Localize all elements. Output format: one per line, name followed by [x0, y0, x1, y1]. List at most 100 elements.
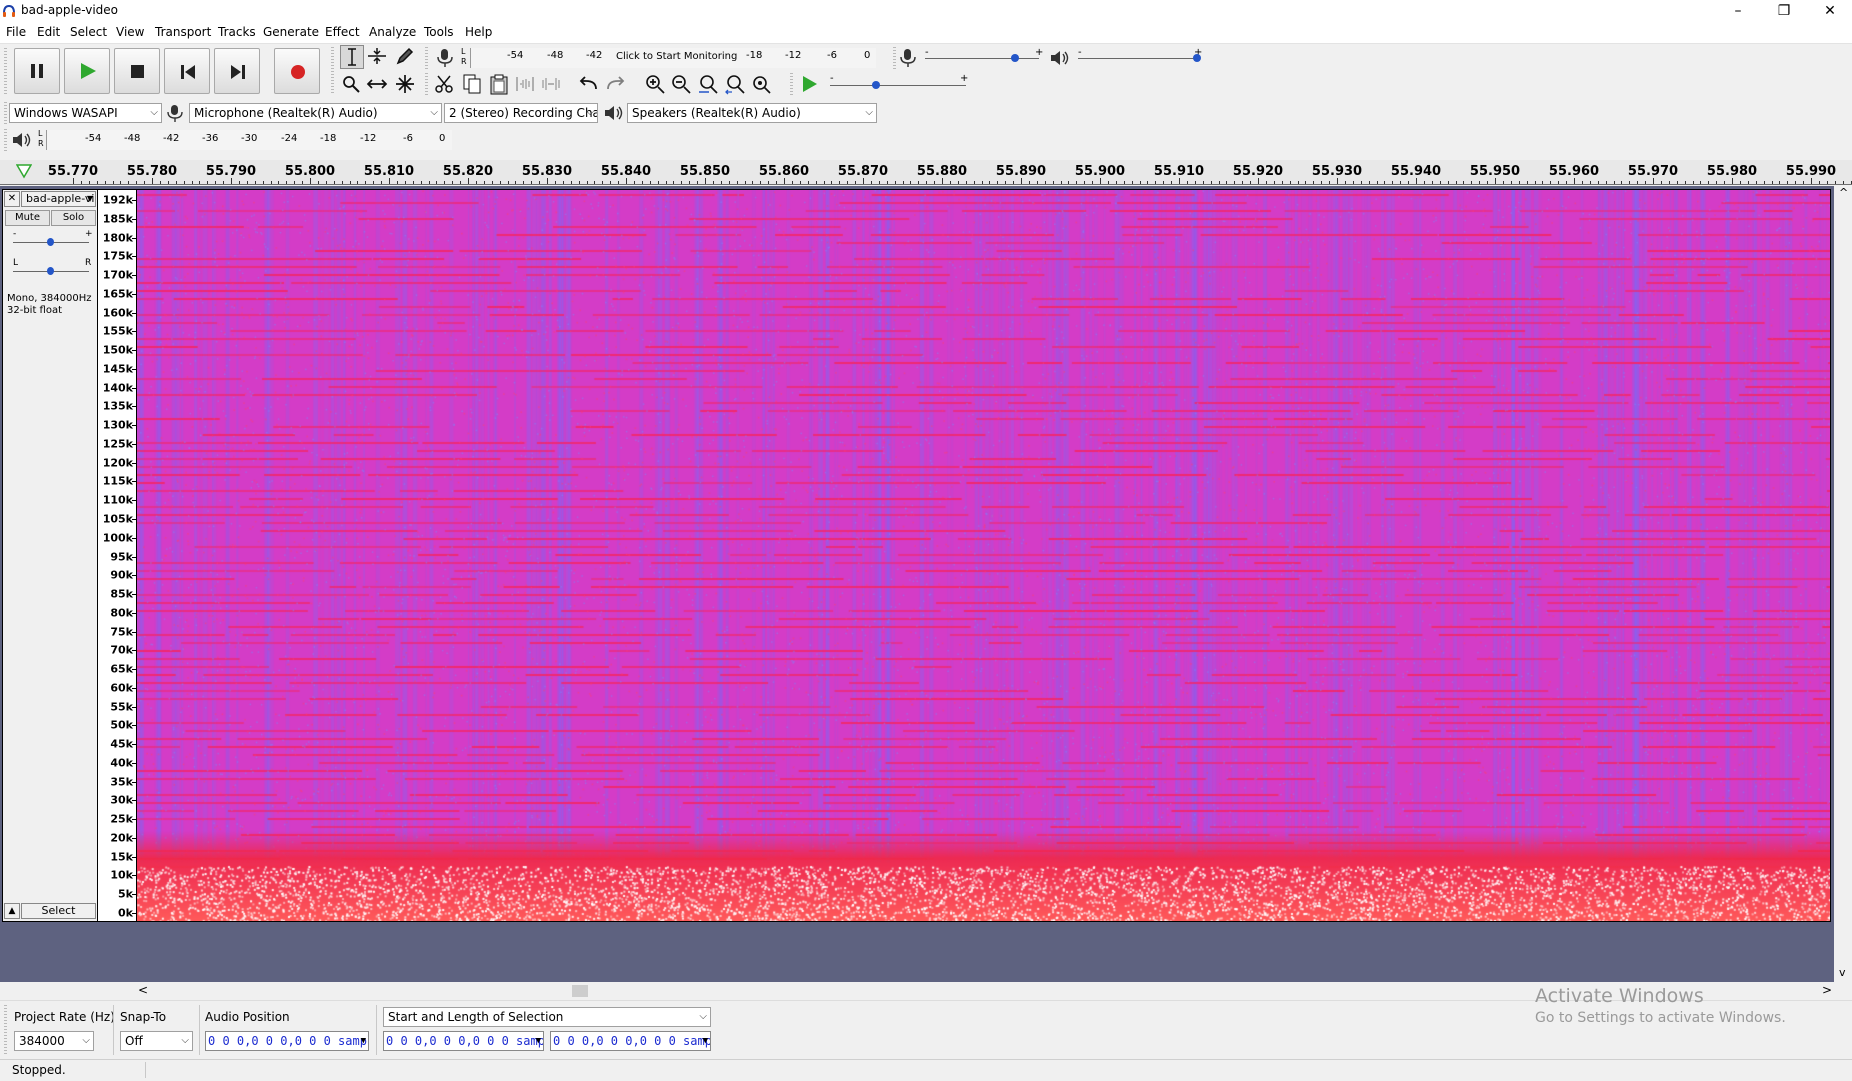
playback-meter[interactable]: -54 -48 -42 -36 -30 -24 -18 -12 -6 0	[46, 130, 452, 150]
toolbar-grip[interactable]	[331, 47, 334, 95]
track-empty-space[interactable]	[0, 924, 1834, 982]
selection-length-field[interactable]: 0 0 0,0 0 0,0 0 0 samples▼	[550, 1031, 711, 1051]
menu-generate[interactable]: Generate	[263, 25, 319, 39]
solo-button[interactable]: Solo	[51, 210, 96, 226]
multi-tool-button[interactable]	[394, 73, 418, 97]
restore-button[interactable]: ❐	[1761, 0, 1807, 22]
play-button[interactable]	[64, 48, 110, 94]
timeline-ruler[interactable]: 55.770 55.780 55.790 55.800 55.810 55.820 55.8…	[0, 160, 1852, 185]
spectrogram-canvas[interactable]	[137, 190, 1830, 921]
close-track-button[interactable]: ✕	[4, 191, 20, 207]
toolbar-grip[interactable]	[4, 129, 7, 151]
ruler-tick-label: 55.960	[1548, 164, 1600, 179]
menu-effect[interactable]: Effect	[325, 25, 360, 39]
speaker-icon	[605, 106, 623, 120]
envelope-tool-button[interactable]	[366, 45, 390, 69]
ruler-minor-tick	[1771, 181, 1773, 184]
menu-select[interactable]: Select	[70, 25, 107, 39]
selection-mode-select[interactable]: Start and Length of Selection ⌵	[383, 1007, 711, 1027]
zoom-out-button[interactable]	[670, 73, 694, 97]
speaker-icon[interactable]	[10, 129, 32, 151]
ruler-minor-tick	[1171, 181, 1173, 184]
slider-thumb[interactable]	[872, 81, 880, 89]
select-track-button[interactable]: Select	[21, 903, 96, 919]
ruler-minor-tick	[1795, 181, 1797, 184]
playback-device-select[interactable]: Speakers (Realtek(R) Audio) ⌵	[627, 103, 877, 123]
fit-selection-button[interactable]	[697, 73, 721, 97]
toolbar-grip[interactable]	[790, 73, 793, 95]
toolbar-grip[interactable]	[4, 102, 7, 124]
minimize-button[interactable]: –	[1715, 0, 1761, 22]
cut-button[interactable]	[433, 73, 457, 97]
selection-tool-button[interactable]	[340, 45, 364, 69]
zoom-toggle-button[interactable]	[750, 73, 774, 97]
play-head-icon[interactable]	[16, 163, 32, 179]
recording-channels-select[interactable]: 2 (Stereo) Recording Char ⌵	[444, 103, 598, 123]
collapse-track-button[interactable]: ▲	[4, 903, 20, 919]
recording-volume-slider[interactable]: - +	[923, 47, 1043, 65]
toolbar-grip[interactable]	[893, 47, 896, 69]
snap-to-select[interactable]: Off ⌵	[120, 1031, 193, 1051]
play-speed-slider[interactable]: - +	[828, 73, 968, 91]
slider-thumb[interactable]	[47, 238, 54, 246]
undo-button[interactable]	[578, 73, 602, 97]
record-button[interactable]	[274, 48, 320, 94]
toolbar-grip[interactable]	[425, 47, 428, 69]
pan-slider[interactable]: L R	[11, 258, 91, 278]
scroll-left-icon[interactable]: <	[138, 983, 148, 997]
ruler-minor-tick	[1526, 181, 1528, 184]
copy-button[interactable]	[461, 73, 485, 97]
time-shift-tool-button[interactable]	[366, 73, 390, 97]
draw-tool-button[interactable]	[394, 45, 418, 69]
pause-button[interactable]	[14, 48, 60, 94]
ruler-minor-tick	[1803, 181, 1805, 184]
skip-to-start-button[interactable]	[164, 48, 210, 94]
menu-view[interactable]: View	[116, 25, 144, 39]
slider-thumb[interactable]	[1011, 54, 1019, 62]
toolbar-grip[interactable]	[425, 73, 428, 95]
scroll-thumb[interactable]	[572, 985, 588, 997]
ruler-minor-tick	[1013, 181, 1015, 184]
track-control-panel[interactable]: ✕ bad-apple-vi ▼ Mute Solo - + L R Mono,…	[2, 189, 98, 922]
skip-to-end-button[interactable]	[214, 48, 260, 94]
menu-help[interactable]: Help	[465, 25, 492, 39]
gain-slider[interactable]: - +	[11, 229, 93, 249]
menu-tracks[interactable]: Tracks	[218, 25, 256, 39]
scroll-down-icon[interactable]: v	[1839, 966, 1846, 979]
stop-button[interactable]	[114, 48, 160, 94]
audio-position-label: Audio Position	[205, 1010, 290, 1024]
track-name-menu[interactable]: bad-apple-vi ▼	[21, 191, 96, 207]
trim-audio-button[interactable]	[514, 73, 538, 97]
audio-host-select[interactable]: Windows WASAPI ⌵	[9, 103, 162, 123]
toolbar-grip[interactable]	[4, 48, 7, 94]
zoom-tool-button[interactable]	[340, 73, 364, 97]
slider-thumb[interactable]	[47, 267, 54, 275]
scroll-right-icon[interactable]: >	[1822, 983, 1832, 997]
scroll-up-icon[interactable]: ^	[1839, 186, 1848, 199]
mute-button[interactable]: Mute	[5, 210, 50, 226]
menu-transport[interactable]: Transport	[155, 25, 211, 39]
microphone-icon[interactable]	[434, 47, 456, 69]
menu-file[interactable]: File	[6, 25, 26, 39]
selection-start-field[interactable]: 0 0 0,0 0 0,0 0 0 samples▼	[383, 1031, 544, 1051]
zoom-in-button[interactable]	[644, 73, 668, 97]
record-meter[interactable]: -54 -48 -42 Click to Start Monitoring -1…	[470, 48, 876, 68]
project-rate-select[interactable]: 384000 ⌵	[14, 1031, 94, 1051]
redo-button[interactable]	[604, 73, 628, 97]
slider-thumb[interactable]	[1193, 54, 1201, 62]
silence-audio-button[interactable]	[540, 73, 564, 97]
start-monitoring-text[interactable]: Click to Start Monitoring	[616, 51, 737, 62]
play-at-speed-button[interactable]	[798, 73, 822, 97]
spectrogram[interactable]	[136, 189, 1831, 922]
audio-position-field[interactable]: 0 0 0,0 0 0,0 0 0 samples▼	[205, 1031, 369, 1051]
close-window-button[interactable]: ✕	[1807, 0, 1852, 22]
fit-project-button[interactable]	[724, 73, 748, 97]
menu-edit[interactable]: Edit	[37, 25, 60, 39]
paste-button[interactable]	[488, 73, 512, 97]
playback-volume-slider[interactable]: - +	[1076, 47, 1202, 65]
recording-device-select[interactable]: Microphone (Realtek(R) Audio) ⌵	[189, 103, 442, 123]
menu-tools[interactable]: Tools	[424, 25, 454, 39]
vertical-scrollbar[interactable]: ^ v	[1834, 186, 1852, 984]
toolbar-grip[interactable]	[4, 1005, 7, 1055]
menu-analyze[interactable]: Analyze	[369, 25, 416, 39]
